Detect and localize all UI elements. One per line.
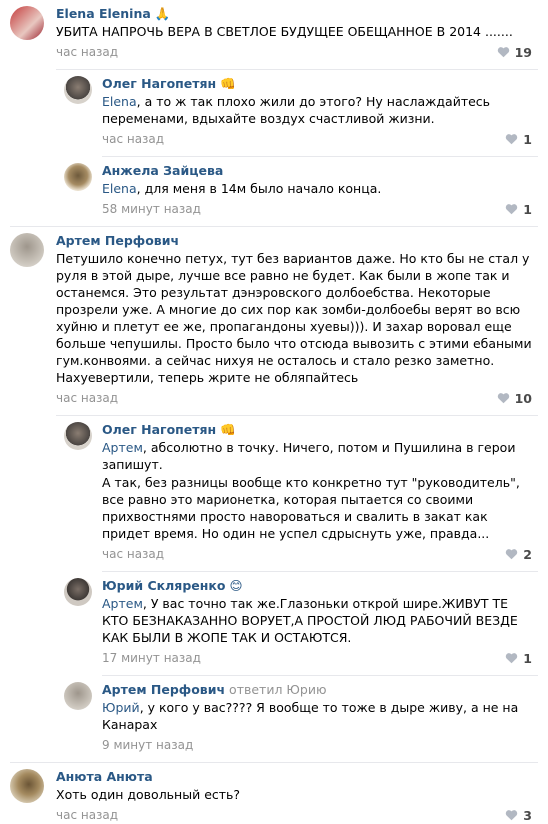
avatar[interactable] bbox=[10, 6, 44, 40]
timestamp[interactable]: час назад bbox=[56, 45, 118, 59]
avatar[interactable] bbox=[64, 422, 92, 450]
heart-icon bbox=[506, 549, 518, 560]
emoji-icon: 👊 bbox=[220, 422, 236, 437]
heart-icon bbox=[497, 47, 509, 58]
emoji-icon: 😊 bbox=[229, 578, 243, 593]
like-count: 19 bbox=[514, 44, 532, 60]
author-name[interactable]: Артем Перфович bbox=[102, 682, 225, 697]
reply: Артем Перфович ответил Юрию Юрий, у кого … bbox=[0, 676, 548, 754]
like-count: 1 bbox=[523, 131, 532, 147]
avatar[interactable] bbox=[64, 682, 92, 710]
avatar[interactable] bbox=[10, 769, 44, 803]
like-button[interactable]: 19 bbox=[497, 45, 532, 60]
author-name[interactable]: Elena Elenina bbox=[56, 6, 151, 21]
comment-text: , абсолютно в точку. Ничего, потом и Пуш… bbox=[102, 440, 516, 472]
avatar[interactable] bbox=[10, 233, 44, 267]
mention-link[interactable]: Юрий bbox=[102, 700, 140, 715]
author-name[interactable]: Олег Нагопетян bbox=[102, 422, 216, 437]
comment-text: , У вас точно так же.Глазоньки открой ши… bbox=[102, 596, 518, 645]
comment-text: Петушило конечно петух, тут без варианто… bbox=[56, 251, 532, 385]
like-count: 1 bbox=[523, 650, 532, 666]
comment-text-paragraph: А так, без разницы вообще кто конкретно … bbox=[102, 475, 520, 541]
like-button[interactable]: 1 bbox=[505, 651, 532, 666]
like-button[interactable]: 1 bbox=[505, 132, 532, 147]
like-count: 10 bbox=[514, 390, 532, 406]
like-count: 3 bbox=[523, 807, 532, 823]
reply: Олег Нагопетян 👊 Артем, абсолютно в точку… bbox=[0, 416, 548, 572]
heart-icon bbox=[506, 134, 518, 145]
avatar[interactable] bbox=[64, 76, 92, 104]
reply: Олег Нагопетян 👊 Elena, а то ж так плохо … bbox=[0, 70, 548, 157]
timestamp[interactable]: час назад bbox=[102, 132, 164, 146]
avatar[interactable] bbox=[64, 163, 92, 191]
heart-icon bbox=[506, 810, 518, 821]
mention-link[interactable]: Elena bbox=[102, 181, 137, 196]
comment-text: , для меня в 14м было начало конца. bbox=[136, 181, 382, 196]
comment-text: Хоть один довольный есть? bbox=[56, 787, 241, 802]
like-button[interactable]: 1 bbox=[505, 202, 532, 217]
like-button[interactable]: 3 bbox=[505, 808, 532, 823]
comment-text: УБИТА НАПРОЧЬ ВЕРА В СВЕТЛОЕ БУДУЩЕЕ ОБЕ… bbox=[56, 24, 513, 39]
timestamp[interactable]: час назад bbox=[102, 547, 164, 561]
reply: Юрий Скляренко 😊 Артем, У вас точно так ж… bbox=[0, 572, 548, 676]
timestamp[interactable]: 17 минут назад bbox=[102, 651, 201, 665]
comments-wall: Elena Elenina 🙏 УБИТА НАПРОЧЬ ВЕРА В СВЕТ… bbox=[0, 0, 548, 823]
emoji-icon: 🙏 bbox=[154, 6, 171, 21]
comment: Артем Перфович Петушило конечно петух, т… bbox=[0, 227, 548, 416]
author-name[interactable]: Олег Нагопетян bbox=[102, 76, 216, 91]
comment: Анюта Анюта Хоть один довольный есть? ча… bbox=[0, 763, 548, 824]
timestamp[interactable]: 58 минут назад bbox=[102, 202, 201, 216]
like-button[interactable]: 2 bbox=[505, 547, 532, 562]
comment: Elena Elenina 🙏 УБИТА НАПРОЧЬ ВЕРА В СВЕТ… bbox=[0, 0, 548, 70]
heart-icon bbox=[497, 393, 509, 404]
author-name[interactable]: Анюта Анюта bbox=[56, 769, 153, 784]
heart-icon bbox=[506, 204, 518, 215]
heart-icon bbox=[506, 653, 518, 664]
timestamp[interactable]: час назад bbox=[56, 808, 118, 822]
author-name[interactable]: Анжела Зайцева bbox=[102, 163, 223, 178]
author-name[interactable]: Артем Перфович bbox=[56, 233, 179, 248]
like-count: 1 bbox=[523, 201, 532, 217]
like-button[interactable]: 10 bbox=[497, 391, 532, 406]
avatar[interactable] bbox=[64, 578, 92, 606]
mention-link[interactable]: Артем bbox=[102, 596, 143, 611]
like-count: 2 bbox=[523, 546, 532, 562]
author-name[interactable]: Юрий Скляренко bbox=[102, 578, 225, 593]
emoji-icon: 👊 bbox=[220, 76, 236, 91]
comment-text: , а то ж так плохо жили до этого? Ну нас… bbox=[102, 94, 491, 126]
reply: Анжела Зайцева Elena, для меня в 14м был… bbox=[0, 157, 548, 218]
mention-link[interactable]: Артем bbox=[102, 440, 143, 455]
mention-link[interactable]: Elena bbox=[102, 94, 137, 109]
comment-text: , у кого у вас???? Я вообще то тоже в ды… bbox=[102, 700, 519, 732]
replied-to-label[interactable]: ответил Юрию bbox=[229, 682, 326, 697]
timestamp[interactable]: 9 минут назад bbox=[102, 738, 193, 752]
timestamp[interactable]: час назад bbox=[56, 391, 118, 405]
